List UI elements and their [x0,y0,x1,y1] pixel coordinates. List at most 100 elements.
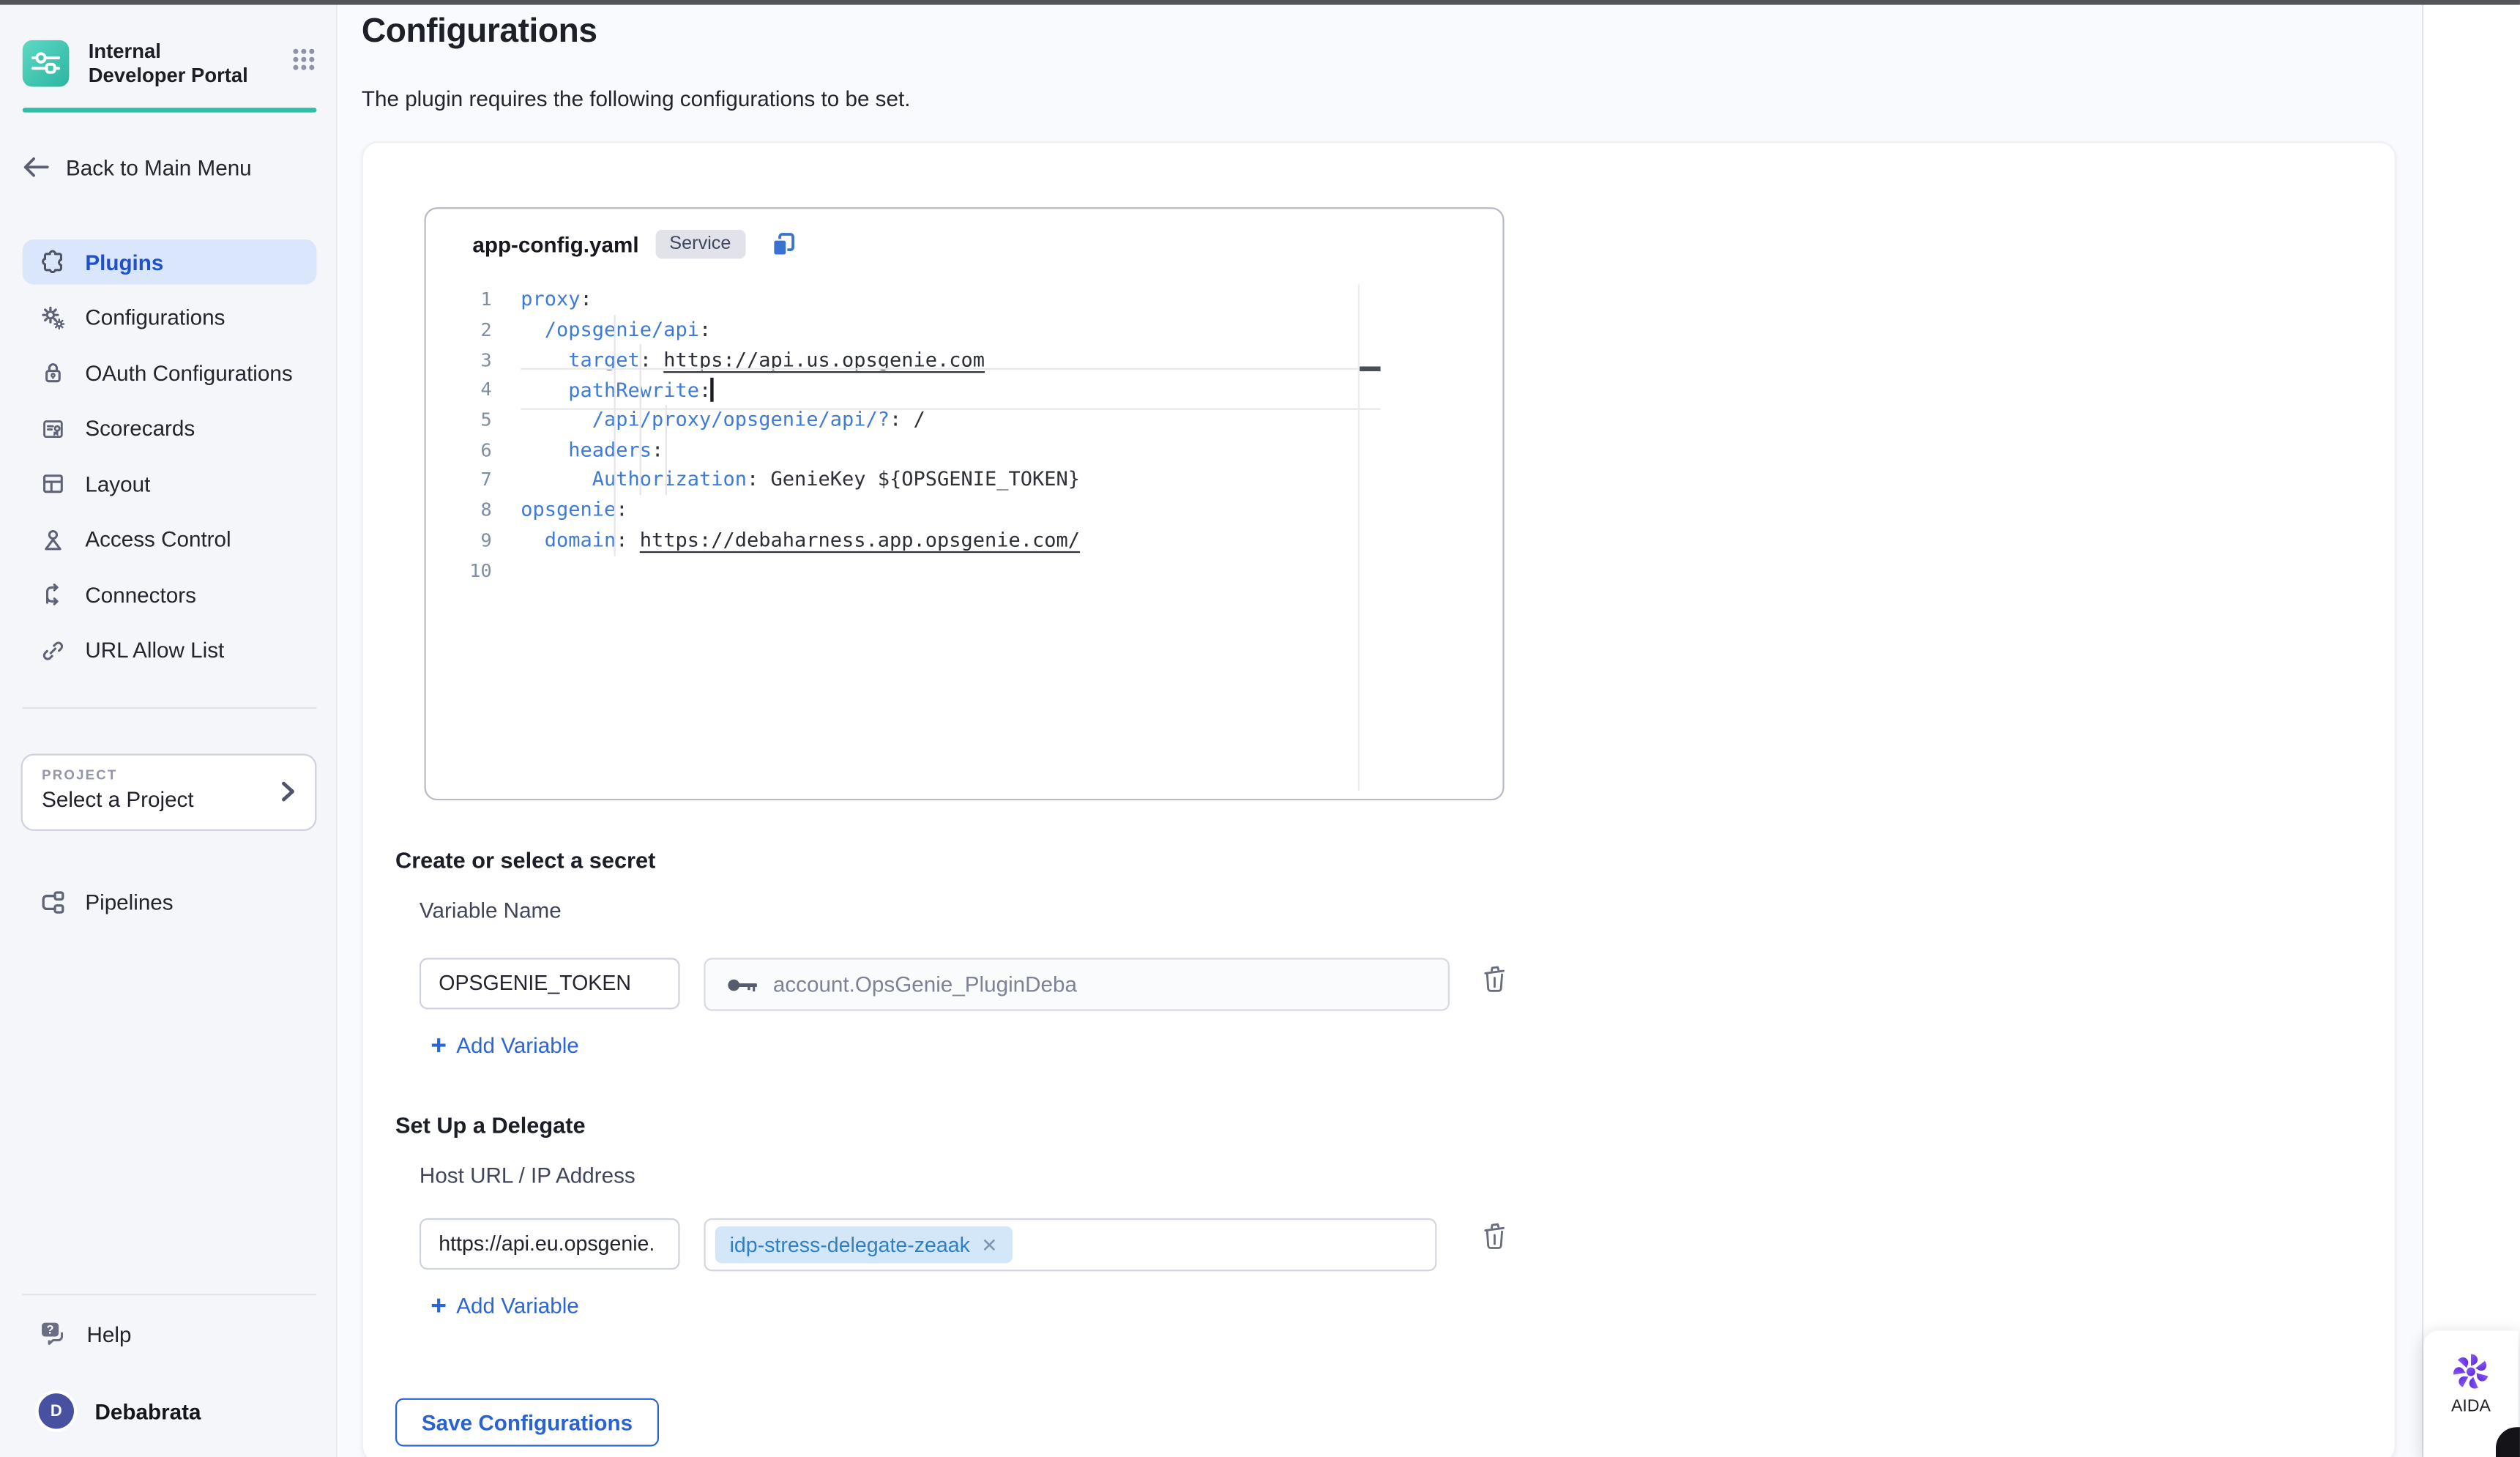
sidebar-item-help[interactable]: ? Help [39,1318,132,1350]
editor-line[interactable]: 9 domain: https://debaharness.app.opsgen… [426,525,1503,555]
delete-delegate-row-icon[interactable] [1482,1221,1514,1253]
sidebar-item-access-control[interactable]: Access Control [23,517,317,562]
line-content: target: https://api.us.opsgenie.com [521,349,985,371]
sidebar-item-label: Connectors [85,583,196,607]
overview-ruler [1358,285,1360,791]
editor-line[interactable]: 2 /opsgenie/api: [426,315,1503,345]
page-subtitle: The plugin requires the following config… [362,87,911,111]
line-number: 2 [426,318,492,341]
delete-secret-row-icon[interactable] [1482,964,1514,996]
editor-line[interactable]: 8opsgenie: [426,495,1503,525]
fork-icon [39,581,66,608]
sidebar-item-layout[interactable]: Layout [23,461,317,506]
sidebar-item-url-allow-list[interactable]: URL Allow List [23,627,317,672]
save-configurations-button[interactable]: Save Configurations [395,1398,659,1447]
gears-icon [39,304,66,331]
editor-line[interactable]: 10 [426,555,1503,585]
aida-flower-icon [2451,1352,2491,1392]
copy-icon[interactable] [769,231,797,258]
delegate-tags-field[interactable]: idp-stress-delegate-zeaak ✕ [704,1218,1436,1271]
brand-underline [23,108,317,113]
sidebar-item-connectors[interactable]: Connectors [23,572,317,616]
sidebar-divider-top [23,707,317,709]
sidebar-item-plugins[interactable]: Plugins [23,239,317,284]
file-name: app-config.yaml [472,232,638,256]
pipelines-icon [39,888,66,915]
editor-line[interactable]: 7 Authorization: GenieKey ${OPSGENIE_TOK… [426,465,1503,495]
person-icon [39,526,66,553]
sidebar-item-label: URL Allow List [85,638,224,662]
line-content: /opsgenie/api: [521,318,711,341]
aida-label: AIDA [2451,1397,2491,1416]
user-name: Debabrata [95,1399,201,1423]
svg-text:?: ? [46,1323,53,1336]
sidebar-item-scorecards[interactable]: Scorecards [23,406,317,450]
line-number: 9 [426,529,492,551]
brand: Internal Developer Portal [23,40,316,87]
add-variable-label: Add Variable [456,1033,579,1057]
sidebar-item-pipelines[interactable]: Pipelines [39,884,174,919]
sidebar-item-label: Layout [85,472,150,496]
sidebar-item-oauth-configurations[interactable]: OAuth Configurations [23,351,317,395]
overview-cursor-marker [1360,366,1381,371]
idp-logo-icon [23,40,70,87]
sidebar-item-configurations[interactable]: Configurations [23,295,317,340]
host-url-label: Host URL / IP Address [420,1163,635,1188]
back-to-main-menu[interactable]: Back to Main Menu [23,146,317,188]
delegate-chip-label: idp-stress-delegate-zeaak [730,1233,970,1257]
brand-title: Internal Developer Portal [89,40,257,87]
link-icon [39,636,66,663]
sidebar-item-label: Configurations [85,305,225,329]
remove-chip-icon[interactable]: ✕ [981,1234,997,1256]
scorecard-icon [39,414,66,441]
line-content: headers: [521,439,663,461]
configurations-card: app-config.yaml Service 1proxy:2 /opsgen… [362,141,2396,1457]
window-top-strip [0,0,2520,5]
app-grid-icon[interactable] [293,48,316,79]
back-arrow-icon [23,156,50,179]
editor-line[interactable]: 5 /api/proxy/opsgenie/api/?: / [426,405,1503,435]
indent-guide [614,315,616,556]
sidebar-item-label: Scorecards [85,417,195,441]
indent-guide [640,344,641,495]
key-icon [726,975,758,994]
yaml-editor[interactable]: app-config.yaml Service 1proxy:2 /opsgen… [425,207,1505,800]
scroll-gutter[interactable] [2422,5,2520,1457]
app-root: Internal Developer Portal Back to Main M… [0,0,2520,1457]
lock-icon [39,359,66,387]
code-lines[interactable]: 1proxy:2 /opsgenie/api:3 target: https:/… [426,285,1503,585]
plus-icon: + [430,1035,447,1057]
secret-reference-field[interactable]: account.OpsGenie_PluginDeba [704,958,1450,1010]
variable-name-input[interactable]: OPSGENIE_TOKEN [420,958,680,1009]
main-content: Configurations The plugin requires the f… [339,5,2520,1457]
project-eyebrow: PROJECT [42,767,296,783]
sidebar-item-label: Access Control [85,527,231,551]
delegate-chip[interactable]: idp-stress-delegate-zeaak ✕ [715,1226,1012,1263]
line-number: 4 [426,379,492,401]
service-badge: Service [655,230,746,259]
indent-guide [666,405,667,495]
add-variable-secret[interactable]: + Add Variable [430,1033,578,1057]
user-avatar: D [39,1393,74,1428]
host-url-input[interactable]: https://api.eu.opsgenie. [420,1218,680,1270]
line-number: 3 [426,349,492,371]
chevron-right-icon [281,781,296,811]
editor-line[interactable]: 1proxy: [426,285,1503,315]
help-label: Help [87,1322,132,1346]
sidebar: Internal Developer Portal Back to Main M… [0,5,338,1457]
delegate-section-heading: Set Up a Delegate [395,1112,586,1138]
variable-name-label: Variable Name [420,898,562,923]
editor-line[interactable]: 6 headers: [426,435,1503,465]
text-cursor [711,378,713,402]
line-content: domain: https://debaharness.app.opsgenie… [521,529,1080,551]
editor-header: app-config.yaml Service [472,230,797,259]
sidebar-item-label: Plugins [85,250,163,274]
editor-line[interactable]: 4 pathRewrite: [426,375,1503,405]
line-number: 7 [426,469,492,491]
line-number: 1 [426,288,492,311]
editor-line[interactable]: 3 target: https://api.us.opsgenie.com [426,345,1503,375]
line-content: /api/proxy/opsgenie/api/?: / [521,409,925,431]
add-variable-delegate[interactable]: + Add Variable [430,1294,578,1318]
user-menu[interactable]: D Debabrata [39,1392,201,1431]
project-selector[interactable]: PROJECT Select a Project [21,754,317,831]
